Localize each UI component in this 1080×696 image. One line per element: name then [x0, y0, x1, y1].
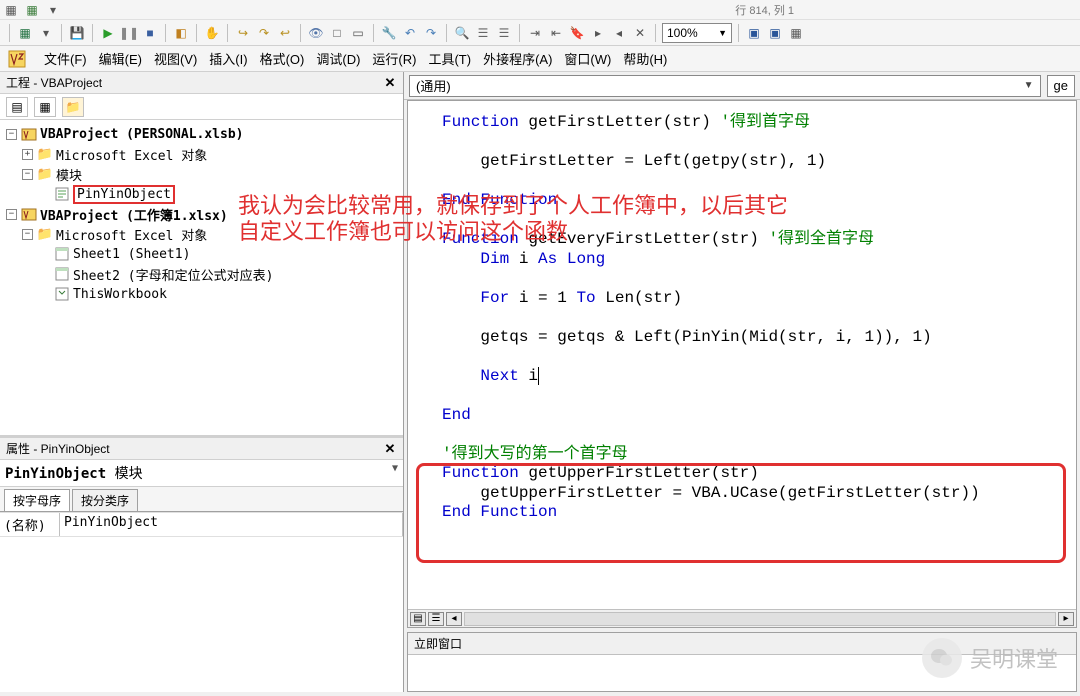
scroll-right-icon[interactable]: ▸ [1058, 612, 1074, 626]
outdent-icon[interactable]: ⇤ [547, 24, 565, 42]
vba-icon [8, 50, 26, 68]
code-header: (通用)▼ ge [404, 72, 1080, 100]
menu-view[interactable]: 视图(V) [154, 49, 197, 68]
tree-folder[interactable]: + 📁 Microsoft Excel 对象 [2, 144, 401, 164]
tree-sheet[interactable]: Sheet1 (Sheet1) [2, 244, 401, 264]
menu-bar: 文件(F) 编辑(E) 视图(V) 插入(I) 格式(O) 调试(D) 运行(R… [0, 46, 1080, 72]
quick-access-row: ▦ ▦ ▾ 行 814, 列 1 [0, 0, 1080, 20]
close-icon[interactable]: ✕ [381, 75, 399, 91]
tree-folder[interactable]: − 📁 Microsoft Excel 对象 [2, 224, 401, 244]
wechat-icon [922, 638, 962, 678]
menu-insert[interactable]: 插入(I) [209, 49, 247, 68]
menu-help[interactable]: 帮助(H) [623, 49, 667, 68]
proc-view-icon[interactable]: ▤ [410, 612, 426, 626]
step-into-icon[interactable]: ↪ [234, 24, 252, 42]
clear-bm-icon[interactable]: ✕ [631, 24, 649, 42]
breakpoint-icon[interactable]: ✋ [203, 24, 221, 42]
qa-icon[interactable]: ▦ [23, 1, 41, 19]
window-icon[interactable]: ▣ [745, 24, 763, 42]
project-toolbar: ▤ ▦ 📁 [0, 94, 403, 120]
menu-tools[interactable]: 工具(T) [428, 49, 471, 68]
run-icon[interactable]: ▶ [99, 24, 117, 42]
tab-alphabetic[interactable]: 按字母序 [4, 489, 70, 511]
menu-window[interactable]: 窗口(W) [564, 49, 611, 68]
undo-icon[interactable]: ↶ [401, 24, 419, 42]
full-view-icon[interactable]: ☰ [428, 612, 444, 626]
tile-icon[interactable]: ▦ [787, 24, 805, 42]
tree-project[interactable]: − VBAProject (PERSONAL.xlsb) [2, 124, 401, 144]
next-bm-icon[interactable]: ▸ [589, 24, 607, 42]
project-tree[interactable]: − VBAProject (PERSONAL.xlsb) + 📁 Microso… [0, 120, 403, 435]
immediate-icon[interactable]: ▭ [349, 24, 367, 42]
properties-object[interactable]: PinYinObject 模块 ▼ [0, 460, 403, 487]
pause-icon[interactable]: ❚❚ [120, 24, 138, 42]
code-hscroll[interactable]: ▤ ☰ ◂ ▸ [408, 609, 1076, 627]
qa-icon[interactable]: ▦ [2, 1, 20, 19]
properties-grid[interactable]: (名称) PinYinObject [0, 512, 403, 692]
scroll-left-icon[interactable]: ◂ [446, 612, 462, 626]
prev-bm-icon[interactable]: ◂ [610, 24, 628, 42]
proc-combo[interactable]: ge [1047, 75, 1075, 97]
menu-edit[interactable]: 编辑(E) [99, 49, 142, 68]
toggle-folders-icon[interactable]: 📁 [62, 97, 84, 117]
tree-folder[interactable]: − 📁 模块 [2, 164, 401, 184]
qa-icon[interactable]: ▾ [44, 1, 62, 19]
uncomment-icon[interactable]: ☰ [495, 24, 513, 42]
step-out-icon[interactable]: ↩ [276, 24, 294, 42]
save-icon[interactable]: 💾 [68, 24, 86, 42]
watch-icon[interactable]: 👁 [307, 24, 325, 42]
tree-workbook[interactable]: ThisWorkbook [2, 284, 401, 304]
code-editor[interactable]: Function getFirstLetter(str) '得到首字母 getF… [407, 100, 1077, 628]
redo-icon[interactable]: ↷ [422, 24, 440, 42]
bookmark-icon[interactable]: 🔖 [568, 24, 586, 42]
toolbox-icon[interactable]: 🔧 [380, 24, 398, 42]
view-object-icon[interactable]: ▦ [34, 97, 56, 117]
project-pane-title: 工程 - VBAProject [6, 74, 102, 91]
step-over-icon[interactable]: ↷ [255, 24, 273, 42]
find-icon[interactable]: 🔍 [453, 24, 471, 42]
project-pane-header: 工程 - VBAProject ✕ [0, 72, 403, 94]
watermark: 吴明课堂 [922, 638, 1058, 678]
menu-debug[interactable]: 调试(D) [316, 49, 360, 68]
window2-icon[interactable]: ▣ [766, 24, 784, 42]
properties-title: 属性 - PinYinObject [6, 440, 110, 457]
tree-module-pinyin[interactable]: PinYinObject [2, 184, 401, 204]
tree-sheet[interactable]: Sheet2 (字母和定位公式对应表) [2, 264, 401, 284]
view-code-icon[interactable]: ▤ [6, 97, 28, 117]
stop-icon[interactable]: ■ [141, 24, 159, 42]
prop-name-value[interactable]: PinYinObject [60, 513, 403, 536]
zoom-combo[interactable]: 100%▼ [662, 23, 732, 43]
design-icon[interactable]: ◧ [172, 24, 190, 42]
menu-file[interactable]: 文件(F) [44, 49, 87, 68]
prop-name-label: (名称) [0, 513, 60, 536]
menu-format[interactable]: 格式(O) [260, 49, 305, 68]
properties-pane: 属性 - PinYinObject ✕ PinYinObject 模块 ▼ 按字… [0, 435, 403, 692]
close-icon[interactable]: ✕ [381, 441, 399, 457]
dropdown-icon[interactable]: ▾ [37, 24, 55, 42]
excel-icon[interactable]: ▦ [16, 24, 34, 42]
cursor-position-text: 行 814, 列 1 [735, 2, 794, 18]
indent-icon[interactable]: ⇥ [526, 24, 544, 42]
comment-icon[interactable]: ☰ [474, 24, 492, 42]
standard-toolbar: ▦ ▾ 💾 ▶ ❚❚ ■ ◧ ✋ ↪ ↷ ↩ 👁 □ ▭ 🔧 ↶ ↷ 🔍 ☰ ☰… [0, 20, 1080, 46]
object-combo[interactable]: (通用)▼ [409, 75, 1041, 97]
tab-categorized[interactable]: 按分类序 [72, 489, 138, 511]
menu-run[interactable]: 运行(R) [372, 49, 416, 68]
locals-icon[interactable]: □ [328, 24, 346, 42]
tree-project[interactable]: − VBAProject (工作簿1.xlsx) [2, 204, 401, 224]
menu-addins[interactable]: 外接程序(A) [483, 49, 552, 68]
